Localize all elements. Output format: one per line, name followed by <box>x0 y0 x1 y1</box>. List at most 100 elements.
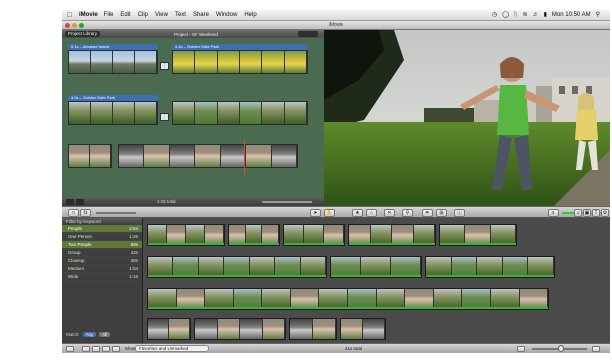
project-clip[interactable] <box>118 144 298 168</box>
event-total-duration: 41s total <box>345 346 363 351</box>
keyword-filter-row[interactable]: Closeup 38s <box>62 257 142 265</box>
reject-icon[interactable]: ✕ <box>384 209 395 217</box>
project-title: Project - SF Weekend <box>174 31 218 37</box>
wifi-icon[interactable]: ≋ <box>523 11 528 18</box>
app-menu[interactable]: iMovie <box>79 12 98 18</box>
arrow-tool-icon[interactable]: ➤ <box>310 209 321 217</box>
camera-import-button[interactable]: □ <box>68 209 79 217</box>
menu-clock[interactable]: Mon 10:50 AM <box>552 12 591 18</box>
viewer-frame-image <box>324 30 610 206</box>
sync-icon[interactable]: ◯ <box>502 11 509 18</box>
apple-menu-icon[interactable]:  <box>67 12 77 19</box>
event-clip[interactable] <box>439 224 517 246</box>
event-clip[interactable] <box>228 224 280 246</box>
swap-events-projects-button[interactable]: ⇅ <box>80 209 91 217</box>
event-row <box>147 318 386 340</box>
menu-view[interactable]: View <box>155 12 168 18</box>
mark-favorite-icon[interactable]: ★ <box>352 209 363 217</box>
zoom-out-icon[interactable] <box>517 346 525 352</box>
project-pane: Project Library Project - SF Weekend 5.1… <box>62 30 324 206</box>
battery-icon[interactable]: ▮ <box>544 11 547 18</box>
play-full-screen-button[interactable] <box>92 346 100 352</box>
project-clip[interactable]: 4.4s – Golden Gate Park <box>172 44 308 74</box>
window-title-bar: iMovie <box>62 21 610 30</box>
keyword-filter-panel: Filter by Keyword People 2:54 One Person… <box>62 218 143 343</box>
music-browser-icon[interactable]: ♫ <box>574 209 582 217</box>
transition-icon[interactable]: ⋮ <box>160 113 169 121</box>
zoom-in-icon[interactable] <box>592 346 600 352</box>
menu-text[interactable]: Text <box>175 12 186 18</box>
play-selected-button[interactable] <box>82 346 90 352</box>
show-event-list-button[interactable] <box>66 346 74 352</box>
info-icon[interactable]: ⓘ <box>454 209 465 217</box>
transition-icon[interactable]: ⋮ <box>160 62 169 70</box>
photo-browser-icon[interactable]: ▣ <box>583 209 591 217</box>
match-all-button[interactable]: All <box>99 332 111 337</box>
video-viewer[interactable] <box>324 30 610 206</box>
eyedropper-icon[interactable]: ✒ <box>422 209 433 217</box>
maps-browser-icon[interactable]: ⚙ <box>601 209 609 217</box>
menu-file[interactable]: File <box>104 12 114 18</box>
hand-tool-icon[interactable]: ✋ <box>324 209 335 217</box>
keyword-filter-row[interactable]: Two People 59s <box>62 241 142 249</box>
match-label: Match: <box>66 332 80 337</box>
keyword-icon[interactable]: ⚲ <box>402 209 413 217</box>
play-project-button[interactable] <box>76 199 84 205</box>
event-clip[interactable] <box>194 318 286 340</box>
clip-size-slider[interactable] <box>96 212 136 214</box>
crop-icon[interactable]: ⊞ <box>436 209 447 217</box>
project-bottom-bar: 1:15 total <box>62 198 324 206</box>
menu-edit[interactable]: Edit <box>120 12 130 18</box>
play-fullscreen-button[interactable] <box>66 199 74 205</box>
event-clip[interactable] <box>147 256 327 278</box>
event-browser <box>143 218 610 343</box>
event-clip[interactable] <box>425 256 555 278</box>
event-clip[interactable] <box>289 318 337 340</box>
minimize-window-icon[interactable] <box>72 23 77 28</box>
project-zoom-slider[interactable] <box>262 201 312 203</box>
match-control: Match: Any All <box>66 332 111 337</box>
project-clip[interactable]: 5.1s – Alcatraz Island <box>68 44 158 74</box>
zoom-window-icon[interactable] <box>79 23 84 28</box>
show-filter-select[interactable]: Favorites and Unmarked <box>135 345 209 352</box>
menu-bar:  iMovie File Edit Clip View Text Share … <box>62 10 610 21</box>
match-any-button[interactable]: Any <box>82 332 97 337</box>
menu-clip[interactable]: Clip <box>138 12 148 18</box>
project-clip[interactable]: 4.0s – Golden Gate Park <box>68 95 158 125</box>
menu-window[interactable]: Window <box>216 12 237 18</box>
titles-browser-icon[interactable]: T <box>592 209 600 217</box>
project-clip[interactable] <box>172 101 308 125</box>
menu-help[interactable]: Help <box>244 12 256 18</box>
window-title: iMovie <box>328 22 344 28</box>
project-library-button[interactable]: Project Library <box>65 31 101 37</box>
project-clip[interactable] <box>68 144 112 168</box>
event-clip[interactable] <box>147 224 225 246</box>
close-window-icon[interactable] <box>65 23 70 28</box>
menu-share[interactable]: Share <box>193 12 209 18</box>
event-clip[interactable] <box>340 318 386 340</box>
keyword-filter-row[interactable]: One Person 1:26 <box>62 233 142 241</box>
keyword-filter-row[interactable]: People 2:54 <box>62 225 142 233</box>
zoom-slider-knob[interactable] <box>558 345 564 352</box>
event-clip[interactable] <box>283 224 345 246</box>
event-clip[interactable] <box>147 288 549 310</box>
volume-icon[interactable]: ♬ <box>533 12 539 18</box>
keyword-filter-row[interactable]: Group 43s <box>62 249 142 257</box>
keyword-filter-row[interactable]: Wide 1:18 <box>62 273 142 281</box>
bluetooth-icon[interactable]: ᚢ <box>514 12 518 18</box>
event-clip[interactable] <box>147 318 191 340</box>
keyword-filter-toggle[interactable] <box>112 346 120 352</box>
event-row <box>147 288 549 310</box>
spotlight-icon[interactable]: ⚲ <box>596 11 600 18</box>
project-view-toggle[interactable] <box>298 31 318 37</box>
event-clip[interactable] <box>348 224 436 246</box>
time-machine-icon[interactable]: ◷ <box>492 11 497 18</box>
playhead[interactable] <box>244 140 245 174</box>
play-event-button[interactable] <box>102 346 110 352</box>
status-area: ◷ ◯ ᚢ ≋ ♬ ▮ Mon 10:50 AM ⚲ <box>492 11 600 19</box>
audio-skimming-icon[interactable]: ♬ <box>548 209 559 217</box>
keyword-filter-row[interactable]: Medium 1:54 <box>62 265 142 273</box>
event-clip[interactable] <box>330 256 422 278</box>
unmark-icon[interactable]: ☆ <box>366 209 377 217</box>
project-storyboard: 5.1s – Alcatraz Island ⋮ 4.4s – Golden G… <box>62 38 324 198</box>
